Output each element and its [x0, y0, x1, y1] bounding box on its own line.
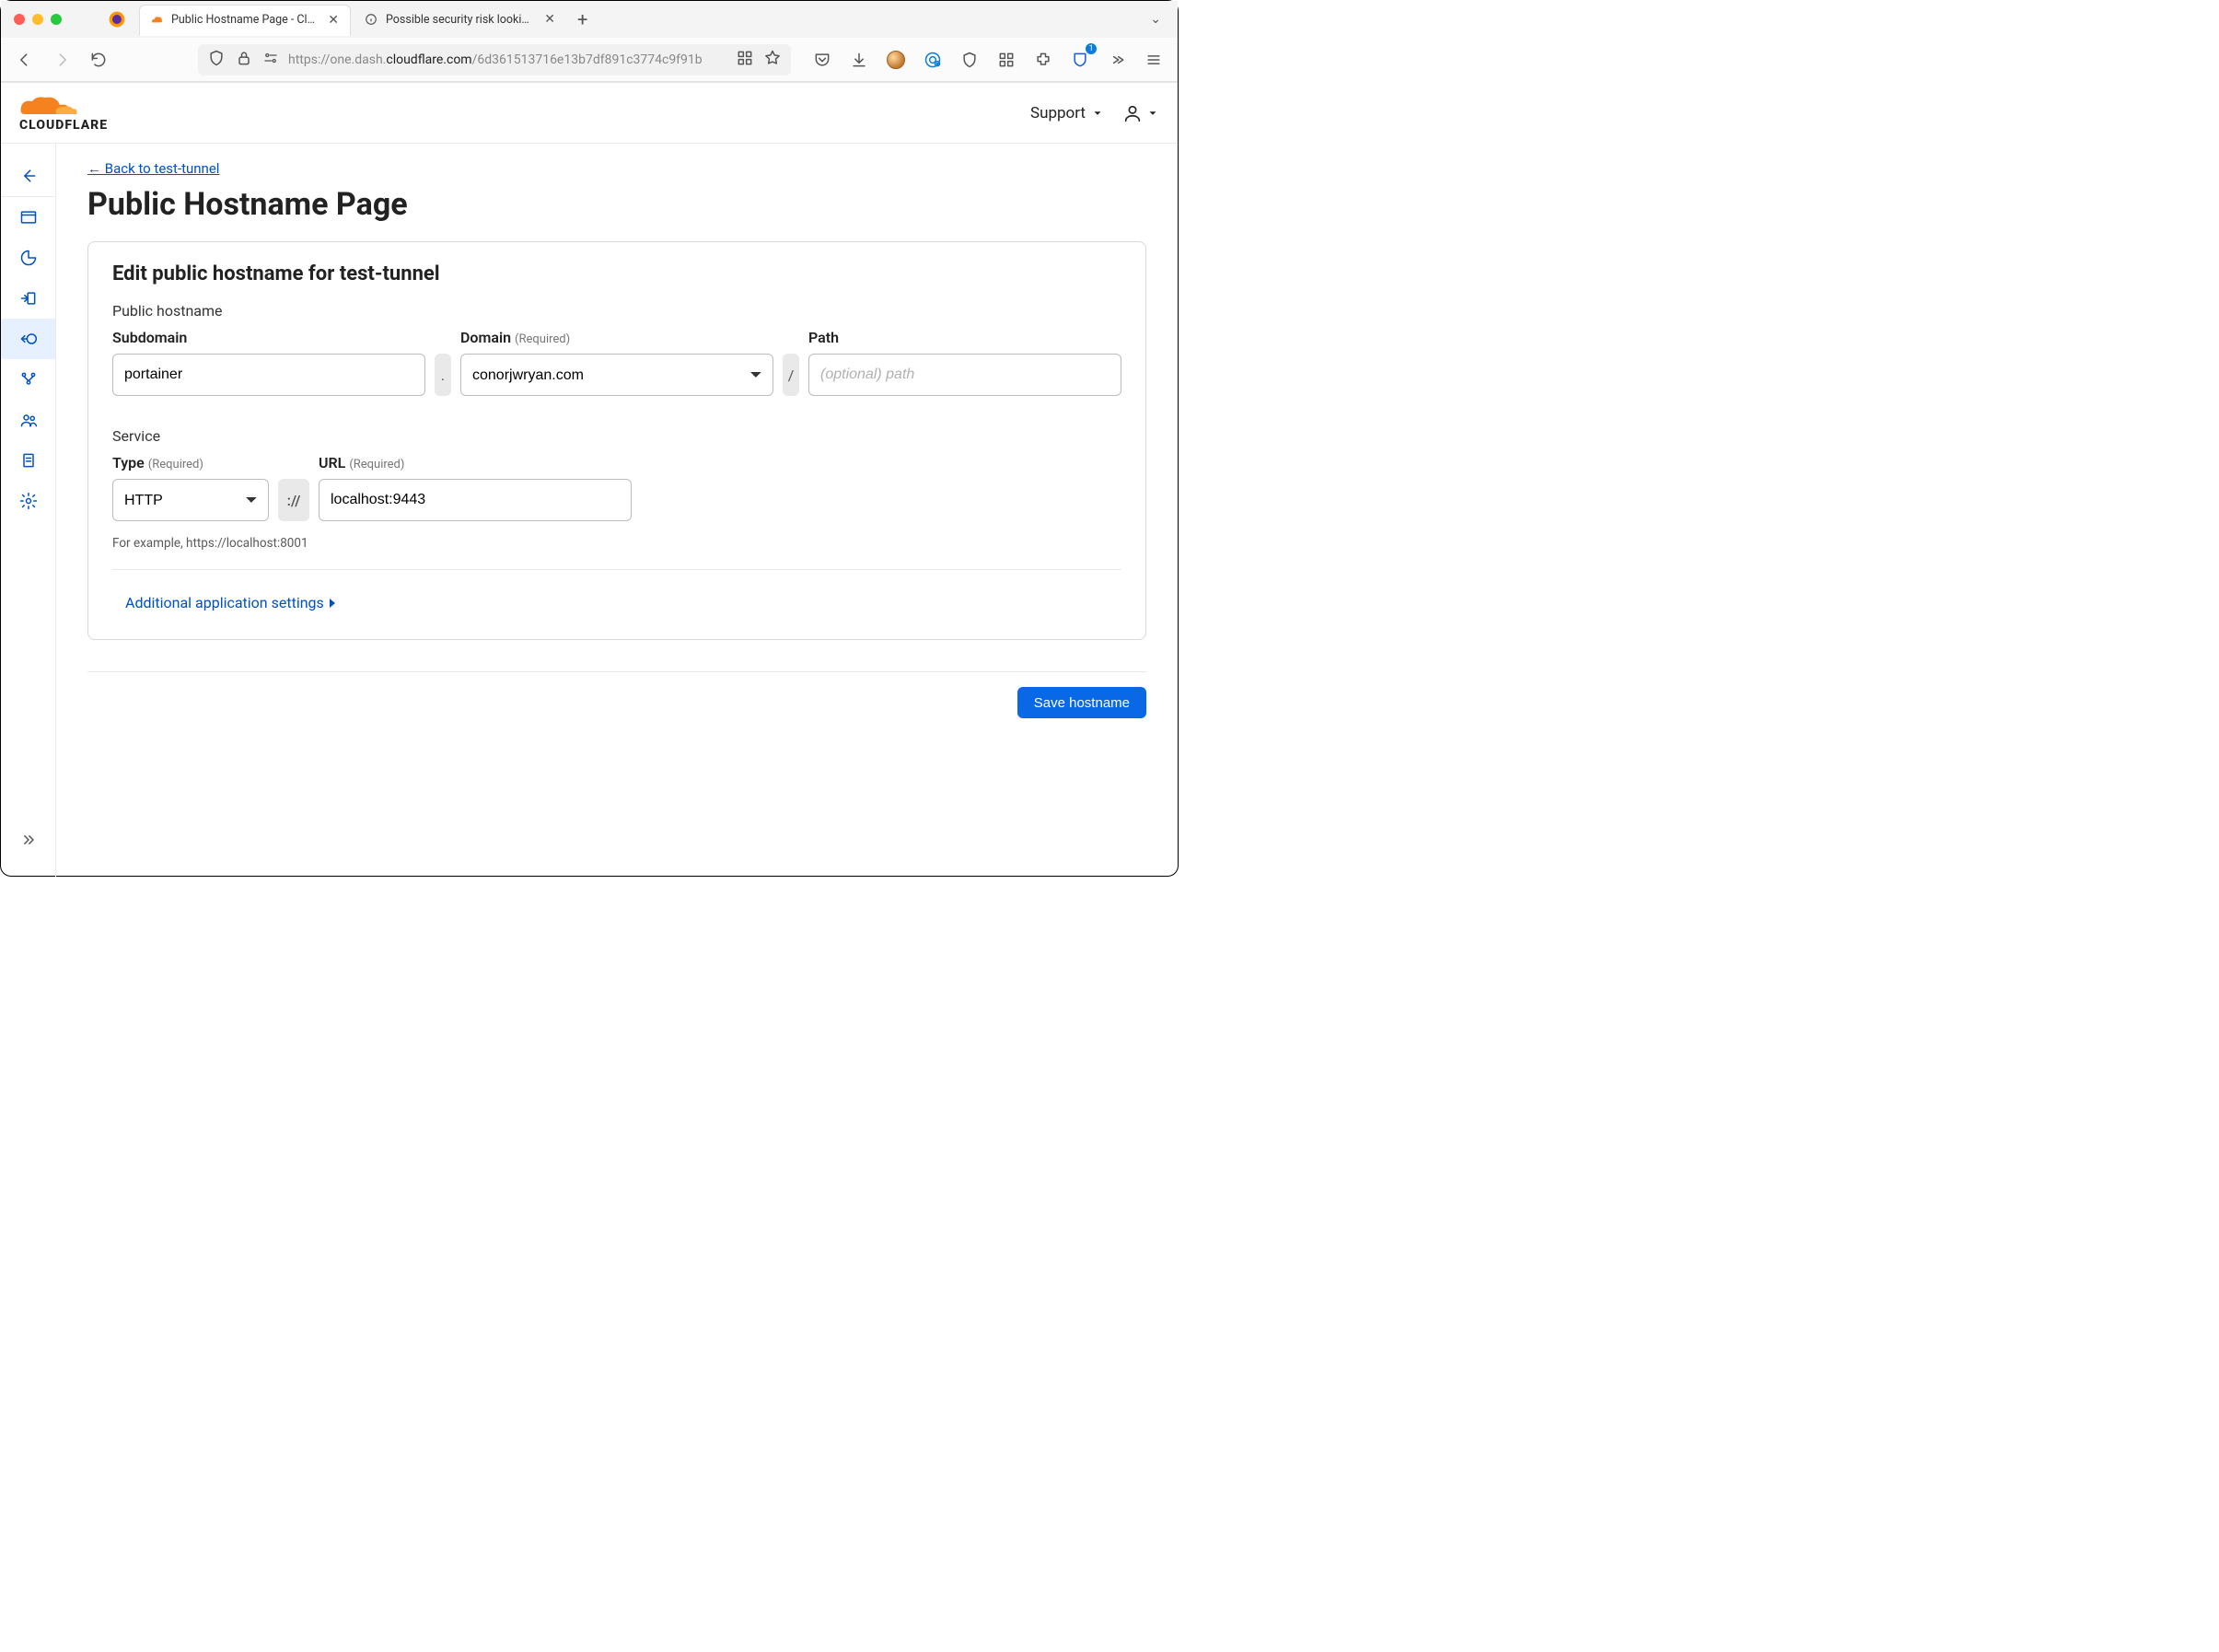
- additional-settings-toggle[interactable]: Additional application settings: [125, 594, 1121, 611]
- domain-select[interactable]: conorjwryan.com: [460, 354, 773, 396]
- info-favicon-icon: [364, 12, 378, 27]
- window-zoom-button[interactable]: [51, 14, 62, 25]
- domain-label: Domain (Required): [460, 329, 773, 346]
- user-menu[interactable]: [1122, 103, 1159, 123]
- service-example: For example, https://localhost:8001: [112, 536, 1121, 551]
- tab-list-button[interactable]: ⌄: [1143, 12, 1168, 27]
- window-minimize-button[interactable]: [32, 14, 43, 25]
- tab-title: Possible security risk looking up: [386, 13, 535, 27]
- extensions-icon[interactable]: [1030, 47, 1056, 73]
- cloudflare-favicon-icon: [149, 13, 164, 28]
- tab-title: Public Hostname Page - Cloudfl: [171, 13, 319, 27]
- lock-icon[interactable]: [235, 49, 253, 71]
- sidebar-item-analytics[interactable]: [1, 238, 55, 278]
- scheme-separator: ://: [278, 479, 309, 521]
- path-label: Path: [808, 329, 1121, 346]
- path-input[interactable]: [808, 354, 1121, 396]
- sidebar-item-ingress[interactable]: [1, 278, 55, 319]
- sidebar-item-users[interactable]: [1, 400, 55, 440]
- bitwarden-icon[interactable]: 1: [1067, 47, 1093, 73]
- overflow-icon[interactable]: [1104, 47, 1130, 73]
- hamburger-menu-icon[interactable]: [1141, 47, 1167, 73]
- additional-settings-label: Additional application settings: [125, 594, 324, 611]
- bookmark-star-icon[interactable]: [763, 49, 782, 71]
- window-close-button[interactable]: [14, 14, 25, 25]
- support-menu[interactable]: Support: [1030, 104, 1104, 122]
- sidebar-item-logs[interactable]: [1, 440, 55, 481]
- sidebar-item-settings[interactable]: [1, 481, 55, 521]
- cloudflare-logo[interactable]: CLOUDFLARE: [19, 94, 108, 133]
- nav-reload-button[interactable]: [86, 47, 111, 73]
- tab-close-icon[interactable]: ✕: [326, 13, 341, 28]
- ublock-icon[interactable]: [957, 47, 982, 73]
- tab-close-icon[interactable]: ✕: [542, 12, 557, 27]
- slash-separator: /: [783, 354, 799, 396]
- account-avatar[interactable]: [883, 47, 909, 73]
- hostname-section-label: Public hostname: [112, 302, 1121, 320]
- caret-right-icon: [330, 599, 335, 608]
- caret-down-icon: [1091, 107, 1104, 120]
- service-section-label: Service: [112, 427, 1121, 445]
- sidebar-item-routes[interactable]: [1, 359, 55, 400]
- back-link[interactable]: ← Back to test-tunnel: [87, 160, 219, 177]
- permissions-icon[interactable]: [262, 49, 279, 71]
- subdomain-input[interactable]: [112, 354, 425, 396]
- subdomain-label: Subdomain: [112, 329, 425, 346]
- url-label: URL (Required): [319, 454, 632, 471]
- sidebar-back-button[interactable]: [1, 155, 55, 197]
- qr-icon[interactable]: [736, 49, 754, 71]
- main-content: ← Back to test-tunnel Public Hostname Pa…: [56, 144, 1178, 877]
- caret-down-icon: [1146, 107, 1159, 120]
- dot-separator: .: [435, 354, 451, 396]
- pocket-icon[interactable]: [809, 47, 835, 73]
- edit-hostname-card: Edit public hostname for test-tunnel Pub…: [87, 241, 1146, 640]
- page-footer: Save hostname: [87, 671, 1146, 718]
- nav-back-button[interactable]: [12, 47, 38, 73]
- user-icon: [1122, 103, 1143, 123]
- page-title: Public Hostname Page: [87, 186, 1146, 223]
- support-label: Support: [1030, 104, 1086, 122]
- tracking-protection-icon[interactable]: [920, 47, 946, 73]
- nav-forward-button[interactable]: [49, 47, 75, 73]
- shield-icon[interactable]: [207, 49, 226, 71]
- sidebar-item-overview[interactable]: [1, 197, 55, 238]
- address-bar[interactable]: https://one.dash.cloudflare.com/6d361513…: [198, 44, 791, 76]
- type-select[interactable]: HTTP: [112, 479, 269, 521]
- type-label: Type (Required): [112, 454, 269, 471]
- card-title: Edit public hostname for test-tunnel: [112, 262, 1121, 285]
- tab-inactive[interactable]: Possible security risk looking up ✕: [354, 4, 566, 35]
- card-divider: [112, 569, 1121, 570]
- sidebar-expand-button[interactable]: [1, 820, 55, 860]
- extension-badge: 1: [1086, 43, 1097, 54]
- tab-active[interactable]: Public Hostname Page - Cloudfl ✕: [139, 5, 351, 36]
- app-header: CLOUDFLARE Support: [1, 83, 1178, 144]
- sidebar-item-tunnels[interactable]: [1, 319, 55, 359]
- browser-tab-strip: Public Hostname Page - Cloudfl ✕ Possibl…: [1, 1, 1178, 83]
- url-input[interactable]: [319, 479, 632, 521]
- firefox-icon: [108, 10, 126, 29]
- app-grid-icon[interactable]: [993, 47, 1019, 73]
- url-text: https://one.dash.cloudflare.com/6d361513…: [288, 52, 726, 67]
- sidebar-nav: [1, 144, 56, 877]
- brand-wordmark: CLOUDFLARE: [19, 118, 108, 133]
- new-tab-button[interactable]: +: [570, 8, 595, 30]
- window-controls[interactable]: [10, 14, 67, 25]
- browser-toolbar: https://one.dash.cloudflare.com/6d361513…: [1, 38, 1178, 82]
- save-hostname-button[interactable]: Save hostname: [1017, 687, 1146, 718]
- download-icon[interactable]: [846, 47, 872, 73]
